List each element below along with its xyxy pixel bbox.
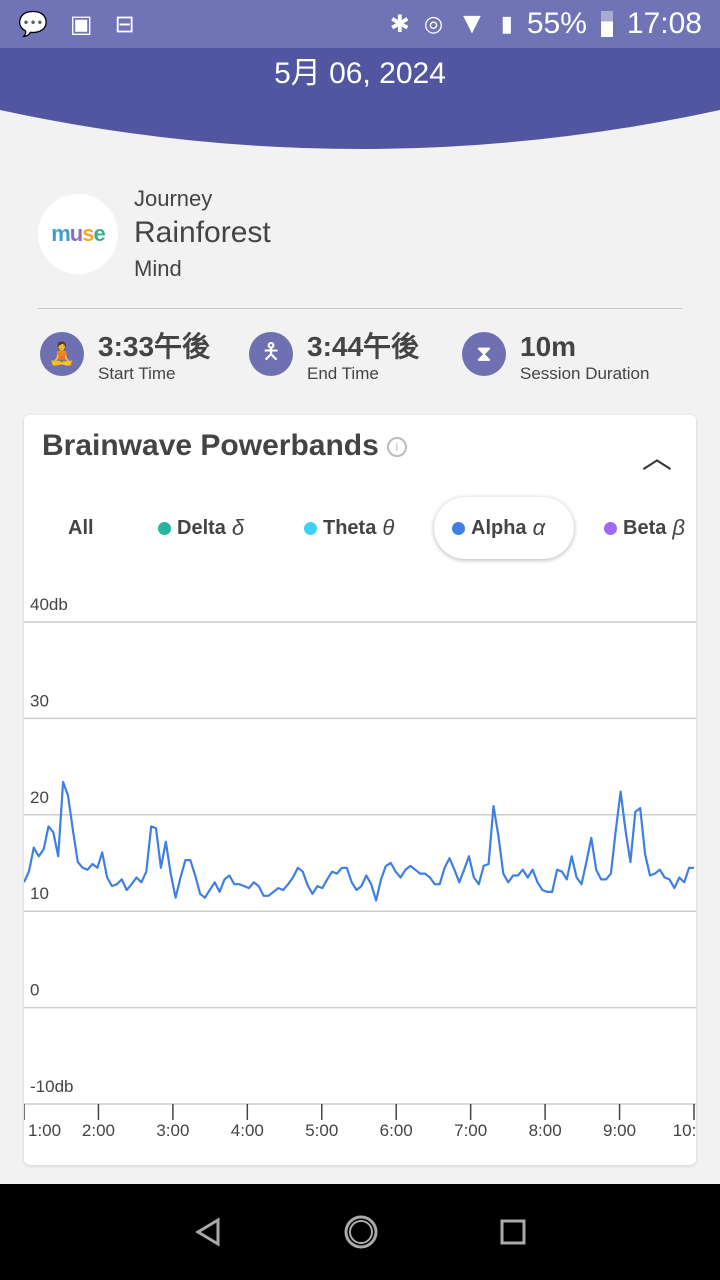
stat-end-time: 🯅 3:44午後 End Time xyxy=(249,330,419,384)
stat-start-time: 🧘 3:33午後 Start Time xyxy=(40,330,210,384)
x-tick-label: 4:00 xyxy=(231,1121,264,1140)
y-tick-label: 40db xyxy=(30,595,68,614)
x-tick-label: 7:00 xyxy=(454,1121,487,1140)
sim-unknown-icon: ▮ xyxy=(500,11,513,36)
x-tick-label: 2:00 xyxy=(82,1121,115,1140)
y-tick-label: 30 xyxy=(30,691,49,710)
battery-icon xyxy=(600,11,613,37)
home-icon[interactable] xyxy=(343,1214,379,1250)
session-name: Rainforest xyxy=(134,216,271,249)
standing-person-icon: 🯅 xyxy=(249,332,293,376)
session-kind: Journey xyxy=(134,186,213,211)
navigation-bar xyxy=(0,1184,720,1280)
stat-value: 10m xyxy=(520,331,577,362)
alpha-series-line xyxy=(24,780,694,902)
back-icon[interactable] xyxy=(193,1217,223,1247)
y-tick-label: 10 xyxy=(30,884,49,903)
stat-value: 3:44午後 xyxy=(307,331,420,362)
divider xyxy=(38,308,682,309)
wifi-icon: ▼ xyxy=(457,7,487,40)
y-tick-label: 0 xyxy=(30,981,39,1000)
x-tick-label: 5:00 xyxy=(305,1121,338,1140)
cast-icon: ⊟ xyxy=(114,10,135,38)
clock: 17:08 xyxy=(626,7,702,40)
session-category: Mind xyxy=(134,256,182,281)
image-icon: ▣ xyxy=(69,10,93,38)
status-bar: 💬 ▣ ⊟ ✱ ◎ ▼ ▮ 55% 17:08 xyxy=(0,0,720,48)
stat-label: Start Time xyxy=(98,364,176,383)
x-tick-label: 1:00 xyxy=(28,1121,61,1140)
stat-label: Session Duration xyxy=(520,364,650,383)
recents-icon[interactable] xyxy=(499,1218,527,1246)
x-tick-label: 8:00 xyxy=(529,1121,562,1140)
nfc-icon: ◎ xyxy=(423,11,444,36)
stat-label: End Time xyxy=(307,364,379,383)
stat-session-duration: ⧗ 10m Session Duration xyxy=(462,330,649,384)
x-tick-label: 10:00 xyxy=(673,1121,696,1140)
bluetooth-icon: ✱ xyxy=(389,10,410,38)
y-tick-label: 20 xyxy=(30,788,49,807)
muse-logo: muse xyxy=(38,194,118,274)
session-date: 5月 06, 2024 xyxy=(274,57,446,90)
x-tick-label: 9:00 xyxy=(603,1121,636,1140)
hourglass-icon: ⧗ xyxy=(462,332,506,376)
x-tick-label: 3:00 xyxy=(156,1121,189,1140)
powerband-chart: 40db 30 20 10 0 -10db 1:00 2:00 3:00 4:00 5:00 6:00… xyxy=(24,595,696,1140)
messenger-facebook-icon: 💬 xyxy=(18,10,48,38)
brainwave-powerbands-card: Brainwave Powerbands i ︿ All Delta δ Theta… xyxy=(24,415,696,1165)
y-tick-label: -10db xyxy=(30,1077,73,1096)
stat-value: 3:33午後 xyxy=(98,331,211,362)
x-tick-label: 6:00 xyxy=(380,1121,413,1140)
meditation-icon: 🧘 xyxy=(40,332,84,376)
battery-percent: 55% xyxy=(526,7,587,40)
